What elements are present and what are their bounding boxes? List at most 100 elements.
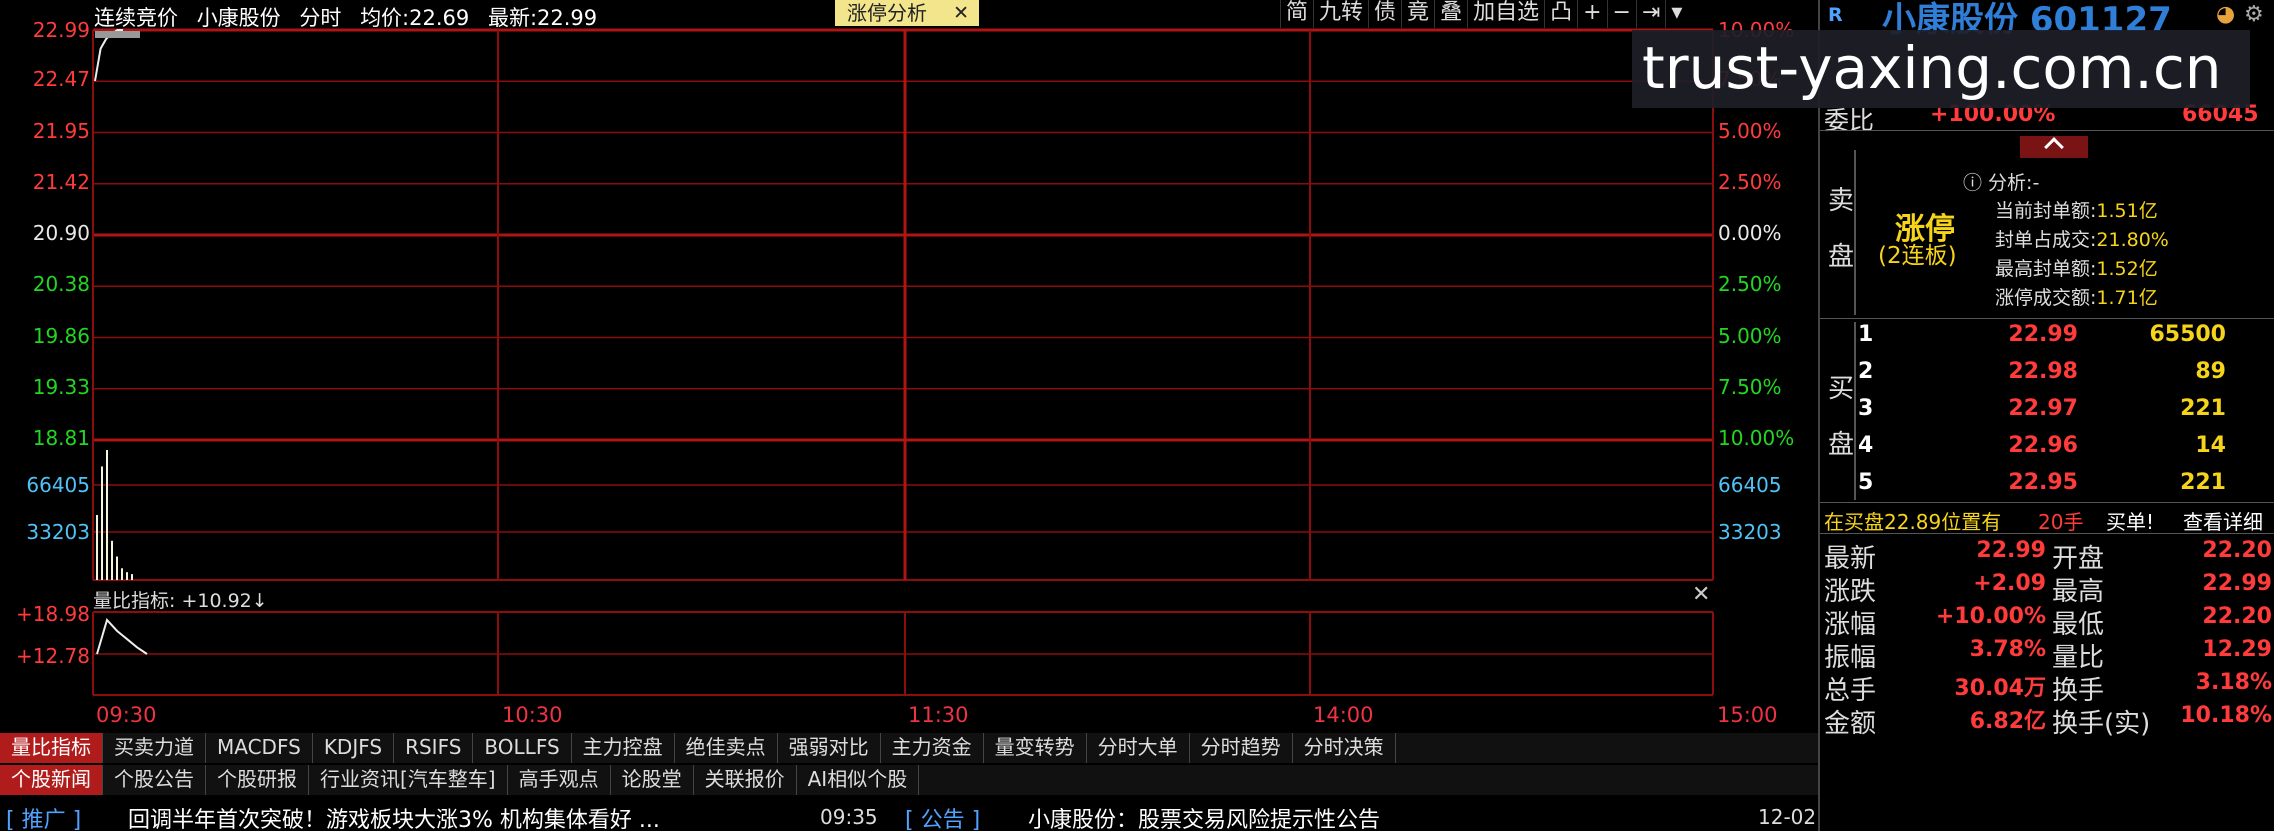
bid-level: 3 [1858, 396, 1874, 421]
percent-tick: 0.00% [1718, 221, 1782, 245]
news-ticker: [ 推广 ] 回调半年首次突破！游戏板块大涨3% 机构集体看好 ... 09:3… [0, 800, 1818, 831]
quote-panel: R 小康股份 601127 ◕ ⚙ 委比 +100.00% 66045 卖 盘 … [1818, 0, 2274, 831]
info-icon[interactable]: ⓘ [1963, 172, 1988, 194]
queue-detail-link[interactable]: 查看详细 [2183, 506, 2263, 535]
promo-tag: [ 推广 ] [6, 808, 82, 831]
stat-label: 换手(实) [2052, 709, 2151, 739]
sell-label-1: 卖 [1828, 186, 1855, 216]
percent-tick: 2.50% [1718, 272, 1782, 297]
time-tick: 14:00 [1313, 703, 1374, 727]
info-tab-0[interactable]: 个股新闻 [0, 765, 103, 795]
stat-label: 涨跌 [1824, 577, 1877, 607]
indicator-tab-9[interactable]: 主力资金 [881, 733, 984, 763]
bid-volume: 89 [2195, 359, 2226, 384]
stat-value: +10.00% [1935, 604, 2046, 629]
info-tab-1[interactable]: 个股公告 [103, 765, 206, 795]
bid-price: 22.99 [2008, 322, 2078, 347]
stat-value: 6.82亿 [1969, 709, 2046, 734]
bid-price: 22.96 [2008, 433, 2078, 458]
intraday-chart[interactable] [0, 0, 1818, 733]
indicator-tab-13[interactable]: 分时决策 [1293, 733, 1396, 763]
bid-level: 4 [1858, 433, 1874, 458]
info-tabs: 个股新闻 个股公告 个股研报 行业资讯[汽车整车] 高手观点 论股堂 关联报价 AI相似个股 [0, 765, 1818, 795]
indicator-tabs: 量比指标 买卖力道 MACDFS KDJFS RSIFS BOLLFS 主力控盘 绝佳卖点 强弱… [0, 733, 1818, 763]
time-tick: 10:30 [502, 703, 563, 727]
indicator-tab-0[interactable]: 量比指标 [0, 733, 103, 763]
stat-value: 3.78% [1969, 637, 2046, 662]
bid-volume: 65500 [2149, 322, 2226, 347]
price-tick: 19.86 [32, 323, 90, 348]
indicator-tab-1[interactable]: 买卖力道 [103, 733, 206, 763]
collapse-button[interactable] [2020, 136, 2088, 158]
bid-volume: 221 [2180, 470, 2226, 495]
bid-level: 2 [1858, 359, 1874, 384]
stat-value: 10.18% [2180, 703, 2272, 728]
stat-label: 换手 [2052, 676, 2105, 706]
bid-level: 5 [1858, 470, 1874, 495]
bid-volume: 221 [2180, 396, 2226, 421]
news-headline[interactable]: 回调半年首次突破！游戏板块大涨3% 机构集体看好 ... [128, 802, 660, 831]
indicator-tab-8[interactable]: 强弱对比 [778, 733, 881, 763]
volume-tick: 66405 [26, 473, 90, 497]
price-tick: 21.42 [32, 169, 90, 194]
analysis-row: 涨停成交额:1.71亿 [1995, 287, 2158, 309]
stat-label: 最高 [2052, 577, 2105, 607]
info-tab-6[interactable]: 关联报价 [694, 765, 797, 795]
analysis-title: ⓘ 分析:- [1963, 172, 2040, 194]
price-tick: 18.81 [32, 426, 90, 450]
chevron-up-icon [2044, 137, 2064, 157]
time-tick: 09:30 [96, 703, 157, 727]
percent-tick: 5.00% [1718, 323, 1782, 348]
indicator-tab-6[interactable]: 主力控盘 [572, 733, 675, 763]
percent-tick: 10.00% [1718, 426, 1795, 450]
bid-price: 22.98 [2008, 359, 2078, 384]
limit-up-streak: (2连板) [1878, 243, 1957, 269]
price-tick: 20.90 [32, 221, 90, 245]
stat-label: 量比 [2052, 643, 2105, 673]
queue-text: 在买盘22.89位置有 [1824, 510, 2002, 534]
info-tab-7[interactable]: AI相似个股 [797, 765, 920, 795]
indicator-tab-2[interactable]: MACDFS [206, 733, 313, 763]
info-tab-3[interactable]: 行业资讯[汽车整车] [309, 765, 508, 795]
close-icon[interactable]: ✕ [1692, 582, 1710, 607]
volume-ratio-line [96, 618, 148, 655]
info-tab-5[interactable]: 论股堂 [611, 765, 694, 795]
notice-tag: [ 公告 ] [905, 808, 981, 831]
volume-ratio-tick: +18.98 [15, 602, 90, 626]
info-tab-4[interactable]: 高手观点 [508, 765, 611, 795]
stat-label: 最低 [2052, 610, 2105, 640]
indicator-tab-11[interactable]: 分时大单 [1087, 733, 1190, 763]
percent-tick: 7.50% [1718, 374, 1782, 399]
volume-tick: 33203 [26, 520, 90, 544]
time-tick: 15:00 [1717, 703, 1778, 727]
news-date: 12-02 [1758, 805, 1817, 829]
indicator-tab-3[interactable]: KDJFS [313, 733, 395, 763]
stat-label: 总手 [1824, 676, 1877, 706]
stat-label: 涨幅 [1824, 610, 1877, 640]
stat-value: 22.99 [1976, 538, 2046, 563]
sell-label-2: 盘 [1828, 242, 1855, 272]
volume-ratio-title: 量比指标: +10.92↓ [93, 590, 268, 612]
chart-marks [94, 29, 148, 655]
indicator-tab-10[interactable]: 量变转势 [984, 733, 1087, 763]
analysis-row: 封单占成交:21.80% [1995, 229, 2169, 251]
indicator-tab-7[interactable]: 绝佳卖点 [675, 733, 778, 763]
notice-headline[interactable]: 小康股份：股票交易风险提示性公告 [1028, 802, 1380, 831]
stat-value: +2.09 [1973, 571, 2046, 596]
indicator-tab-4[interactable]: RSIFS [394, 733, 474, 763]
price-tick: 21.95 [32, 118, 90, 143]
stat-label: 金额 [1824, 709, 1877, 739]
stat-value: 22.99 [2202, 571, 2272, 596]
gear-icon[interactable]: ⚙ [2244, 2, 2264, 27]
queue-action: 买单! [2106, 510, 2155, 534]
info-tab-2[interactable]: 个股研报 [206, 765, 309, 795]
buy-label-2: 盘 [1828, 430, 1855, 460]
palette-icon[interactable]: ◕ [2216, 2, 2235, 27]
watermark-overlay: trust-yaxing.com.cn [1632, 30, 2250, 108]
volume-tick: 33203 [1718, 520, 1782, 544]
market-badge: R [1828, 4, 1843, 26]
indicator-tab-5[interactable]: BOLLFS [473, 733, 572, 763]
buy-label-1: 买 [1828, 374, 1855, 404]
indicator-tab-12[interactable]: 分时趋势 [1190, 733, 1293, 763]
stat-label: 振幅 [1824, 643, 1877, 673]
